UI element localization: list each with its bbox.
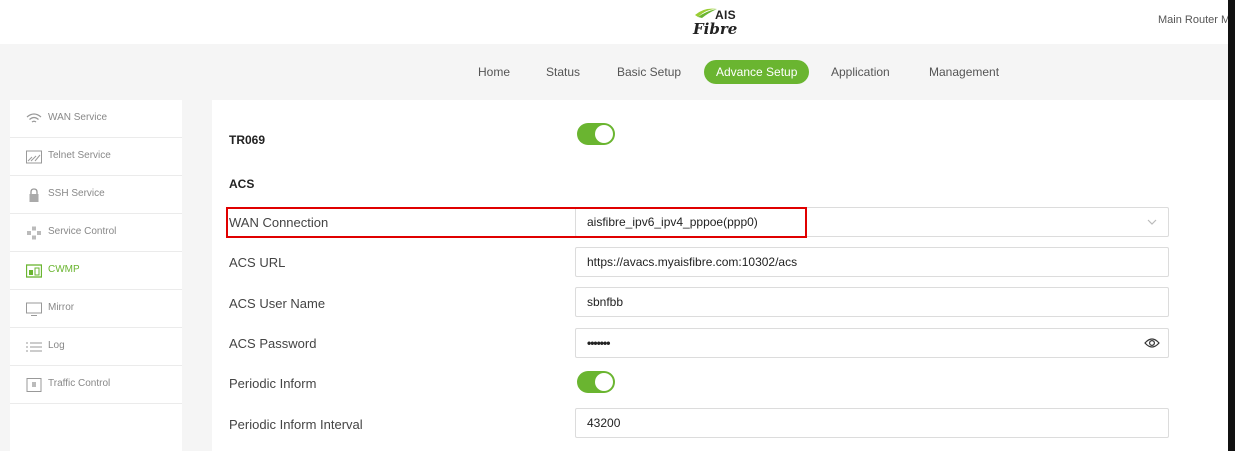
sidebar-footer bbox=[10, 410, 182, 451]
sidebar-item-wan-service[interactable]: WAN Service bbox=[10, 100, 182, 138]
sidebar-item-service-control[interactable]: Service Control bbox=[10, 214, 182, 252]
acs-user-name-input[interactable]: sbnfbb bbox=[575, 287, 1169, 317]
window-scrollbar[interactable] bbox=[1228, 0, 1235, 451]
periodic-inform-interval-input[interactable]: 43200 bbox=[575, 408, 1169, 438]
nav-basic-setup[interactable]: Basic Setup bbox=[605, 60, 693, 84]
acs-url-value: https://avacs.myaisfibre.com:10302/acs bbox=[587, 255, 798, 269]
toggle-knob bbox=[595, 373, 613, 391]
periodic-inform-interval-value: 43200 bbox=[587, 416, 621, 430]
sidebar-item-mirror[interactable]: Mirror bbox=[10, 290, 182, 328]
sidebar-item-label: WAN Service bbox=[48, 112, 108, 123]
monitor-icon bbox=[26, 302, 42, 316]
sidebar-item-ssh-service[interactable]: SSH Service bbox=[10, 176, 182, 214]
wifi-icon bbox=[26, 113, 42, 123]
lock-icon bbox=[29, 188, 39, 202]
nav-status[interactable]: Status bbox=[534, 60, 592, 84]
wan-connection-highlight-box bbox=[226, 207, 807, 238]
sidebar-item-label: Mirror bbox=[48, 302, 75, 313]
list-icon bbox=[26, 342, 42, 352]
acs-url-label: ACS URL bbox=[229, 255, 286, 270]
sidebar-item-telnet-service[interactable]: Telnet Service bbox=[10, 138, 182, 176]
traffic-icon bbox=[26, 378, 42, 392]
cwmp-icon bbox=[26, 264, 42, 278]
tr069-toggle[interactable] bbox=[577, 123, 615, 145]
ais-fibre-logo[interactable]: AIS Fibre bbox=[692, 6, 752, 40]
main-nav: Home Status Basic Setup Advance Setup Ap… bbox=[0, 44, 1235, 100]
periodic-inform-interval-label: Periodic Inform Interval bbox=[229, 417, 363, 432]
logo-fibre-text: Fibre bbox=[693, 20, 738, 38]
terminal-icon bbox=[26, 150, 42, 164]
network-icon bbox=[27, 226, 41, 240]
sidebar-item-label: Traffic Control bbox=[48, 378, 111, 389]
toggle-knob bbox=[595, 125, 613, 143]
nav-advance-setup[interactable]: Advance Setup bbox=[704, 60, 810, 84]
top-header: AIS Fibre Main Router M bbox=[0, 0, 1235, 44]
nav-application[interactable]: Application bbox=[819, 60, 902, 84]
eye-icon[interactable] bbox=[1144, 337, 1160, 349]
sidebar-item-label: SSH Service bbox=[48, 188, 105, 199]
chevron-down-icon bbox=[1147, 219, 1157, 225]
periodic-inform-toggle[interactable] bbox=[577, 371, 615, 393]
acs-url-input[interactable]: https://avacs.myaisfibre.com:10302/acs bbox=[575, 247, 1169, 277]
router-name-label: Main Router M bbox=[1158, 14, 1231, 26]
acs-user-name-value: sbnfbb bbox=[587, 295, 624, 309]
sidebar-item-log[interactable]: Log bbox=[10, 328, 182, 366]
acs-password-input[interactable]: ••••••• bbox=[575, 328, 1169, 358]
sidebar-item-label: Telnet Service bbox=[48, 150, 111, 161]
sidebar-item-traffic-control[interactable]: Traffic Control bbox=[10, 366, 182, 404]
sidebar-item-cwmp[interactable]: CWMP bbox=[10, 252, 182, 290]
nav-home[interactable]: Home bbox=[466, 60, 522, 84]
sidebar-item-label: Log bbox=[48, 340, 65, 351]
acs-heading: ACS bbox=[229, 177, 255, 191]
acs-user-name-label: ACS User Name bbox=[229, 296, 326, 311]
nav-management[interactable]: Management bbox=[917, 60, 1011, 84]
acs-password-value: ••••••• bbox=[587, 336, 610, 350]
sidebar-item-label: Service Control bbox=[48, 226, 117, 237]
sidebar-item-label: CWMP bbox=[48, 264, 80, 275]
acs-password-label: ACS Password bbox=[229, 336, 317, 351]
sidebar: WAN Service Telnet Service SSH Service S… bbox=[10, 100, 182, 410]
periodic-inform-label: Periodic Inform bbox=[229, 376, 317, 391]
tr069-label: TR069 bbox=[229, 133, 266, 147]
